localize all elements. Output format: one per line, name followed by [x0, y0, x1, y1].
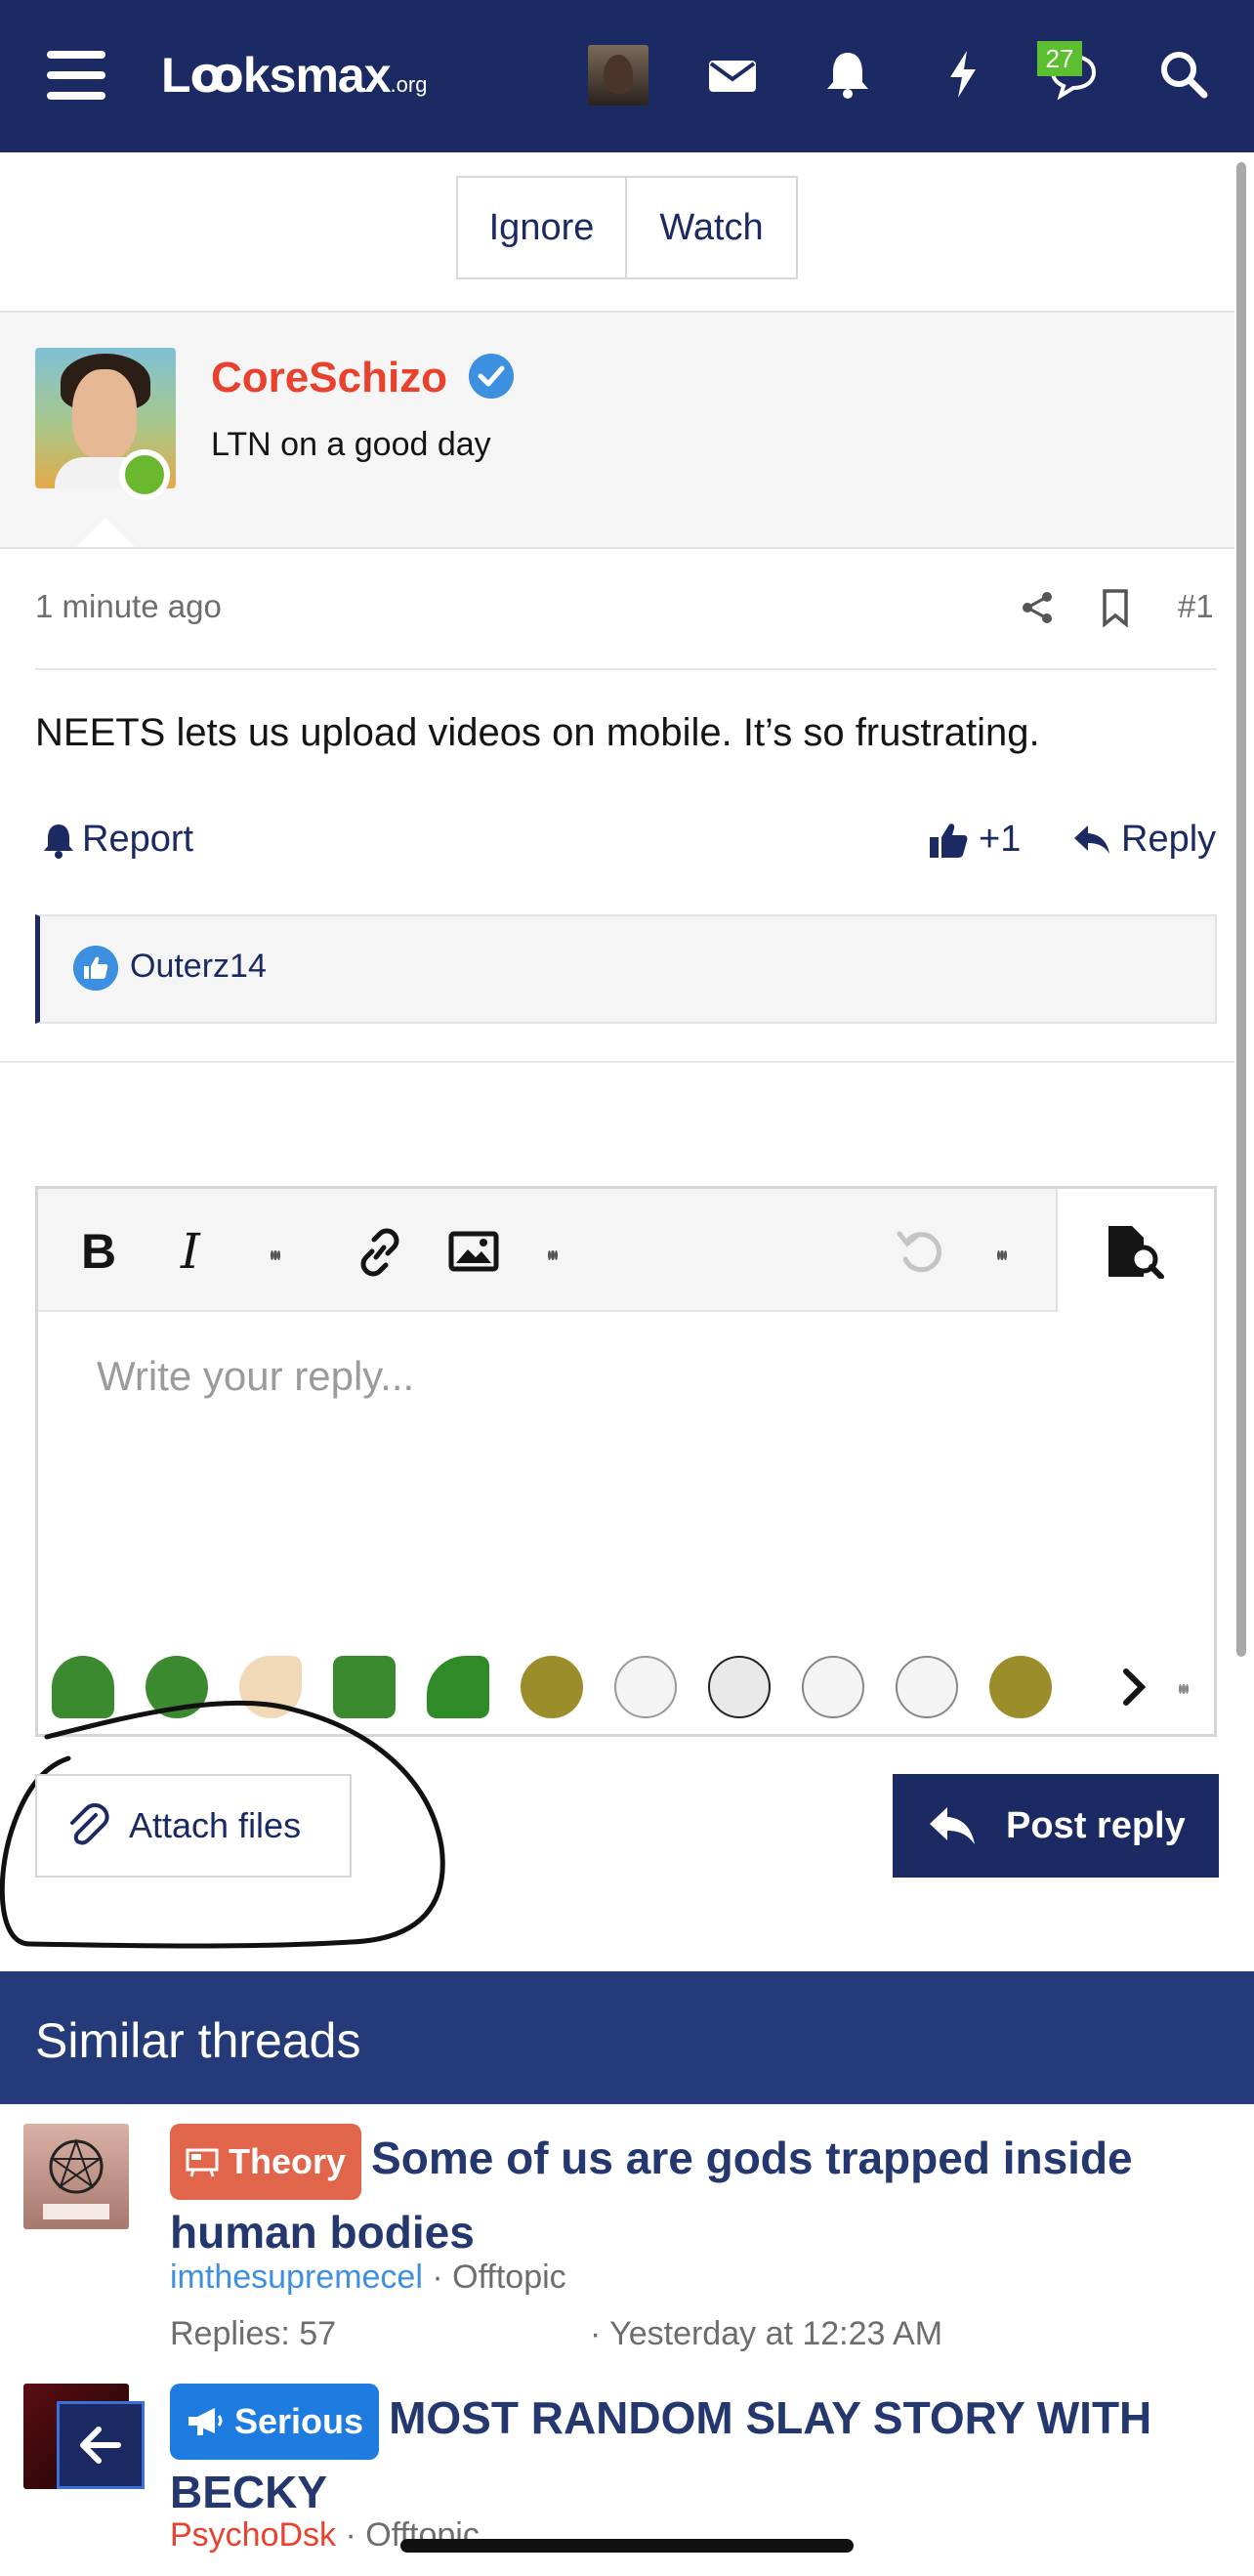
back-button[interactable] [57, 2401, 145, 2489]
post-timestamp[interactable]: 1 minute ago [35, 588, 222, 625]
share-icon[interactable] [1020, 590, 1055, 625]
divider [35, 668, 1217, 670]
reactions-list: Outerz14 [35, 914, 1217, 1024]
link-icon[interactable] [355, 1228, 405, 1277]
reply-label: Reply [1121, 819, 1217, 860]
thread-replies: Replies: 57 [170, 2315, 337, 2352]
post-message: NEETS lets us upload videos on mobile. I… [35, 711, 1040, 754]
liked-by-user[interactable]: Outerz14 [130, 948, 267, 986]
user-title: LTN on a good day [211, 426, 491, 463]
thread-author[interactable]: PsychoDsk [170, 2516, 336, 2554]
smilies-bar [38, 1638, 1214, 1736]
pepe-angry-smilie-icon[interactable] [146, 1656, 208, 1718]
meta-separator: · [345, 2516, 366, 2554]
thread-actions: Ignore Watch [456, 176, 798, 279]
bell-icon [44, 823, 73, 859]
arrow-left-icon [80, 2427, 121, 2464]
post-username[interactable]: CoreSchizo [211, 354, 447, 402]
meta-separator: · [432, 2259, 453, 2296]
attach-files-button[interactable]: Attach files [35, 1774, 352, 1878]
thread-meta: imthesupremecel · Offtopic [170, 2259, 566, 2297]
italic-button[interactable]: I [181, 1222, 200, 1281]
thread-prefix-label: Serious [234, 2401, 364, 2441]
wojak-smilie-icon[interactable] [896, 1656, 958, 1718]
wojak-hair-smilie-icon[interactable] [708, 1656, 771, 1718]
pepe-sad-smilie-icon[interactable] [333, 1656, 396, 1718]
bold-button[interactable]: B [81, 1222, 116, 1281]
thread-title[interactable]: Theory Some of us are gods trapped insid… [170, 2124, 1215, 2264]
watch-button[interactable]: Watch [627, 176, 798, 279]
shrek-smilie-icon[interactable] [989, 1656, 1052, 1718]
post-user-header [0, 311, 1234, 549]
post-reply-button[interactable]: Post reply [893, 1774, 1219, 1878]
post-number[interactable]: #1 [1178, 588, 1214, 625]
report-button[interactable]: Report [41, 819, 193, 861]
thread-date: · Yesterday at 12:23 AM [590, 2315, 943, 2352]
report-label: Report [82, 819, 194, 860]
reply-icon [1074, 824, 1109, 854]
theory-prefix-badge[interactable]: Theory [170, 2124, 362, 2200]
reply-editor[interactable]: B I Write your reply... [35, 1186, 1217, 1737]
post-reply-label: Post reply [1006, 1804, 1186, 1846]
home-indicator[interactable] [400, 2539, 854, 2553]
bolt-icon[interactable] [934, 45, 992, 104]
more-options-icon[interactable] [997, 1226, 1007, 1285]
thread-author-avatar[interactable] [23, 2124, 129, 2229]
bell-icon[interactable] [818, 45, 877, 104]
thread-forum[interactable]: Offtopic [452, 2259, 566, 2296]
thumbs-up-icon [930, 823, 968, 858]
more-options-icon[interactable] [271, 1226, 280, 1285]
image-icon[interactable] [448, 1230, 499, 1273]
wojak-crying-smilie-icon[interactable] [614, 1656, 677, 1718]
account-avatar[interactable] [588, 45, 648, 106]
more-options-icon[interactable] [548, 1226, 558, 1285]
reply-icon [930, 1807, 975, 1844]
toolbar-preview-area [1058, 1189, 1214, 1312]
verified-icon [469, 354, 514, 399]
divider [0, 1061, 1234, 1063]
like-button[interactable]: +1 [928, 819, 1021, 861]
scrollbar[interactable] [1236, 162, 1246, 1657]
reply-button[interactable]: Reply [1072, 819, 1216, 861]
similar-threads-header: Similar threads [0, 1971, 1254, 2104]
top-nav-bar: Lꝏksmax.org 27 [0, 0, 1254, 152]
thread-author[interactable]: imthesupremecel [170, 2259, 423, 2296]
mail-icon[interactable] [703, 45, 762, 104]
notifications-badge: 27 [1037, 41, 1082, 76]
paperclip-icon [70, 1803, 109, 1845]
thread-title[interactable]: Serious MOST RANDOM SLAY STORY WITH BECK… [170, 2384, 1215, 2524]
shrek-smilie-icon[interactable] [521, 1656, 583, 1718]
pepe-smilie-icon[interactable] [427, 1656, 489, 1718]
pepe-sunglasses-smilie-icon[interactable] [52, 1656, 114, 1718]
site-logo[interactable]: Lꝏksmax.org [161, 47, 427, 104]
search-icon[interactable] [1154, 45, 1213, 104]
serious-prefix-badge[interactable]: Serious [170, 2384, 380, 2460]
similar-threads-title: Similar threads [35, 2013, 361, 2068]
wojak-cone-smilie-icon[interactable] [239, 1656, 302, 1718]
online-status-indicator [119, 449, 170, 500]
more-options-icon[interactable] [1179, 1660, 1189, 1718]
reply-input[interactable]: Write your reply... [97, 1353, 414, 1400]
thread-prefix-label: Theory [229, 2141, 347, 2181]
ignore-button[interactable]: Ignore [456, 176, 627, 279]
attach-files-label: Attach files [129, 1805, 302, 1845]
bookmark-icon[interactable] [1100, 588, 1131, 627]
chalkboard-icon [186, 2148, 219, 2177]
menu-icon[interactable] [47, 51, 105, 100]
preview-icon[interactable] [1105, 1224, 1165, 1279]
megaphone-icon [188, 2408, 223, 2435]
undo-icon[interactable] [896, 1228, 944, 1277]
chevron-right-icon[interactable] [1110, 1664, 1157, 1710]
editor-toolbar: B I [38, 1189, 1214, 1312]
message-caret [76, 518, 135, 547]
soyjak-smilie-icon[interactable] [802, 1656, 864, 1718]
like-count: +1 [979, 819, 1022, 860]
like-reaction-icon [73, 946, 118, 991]
